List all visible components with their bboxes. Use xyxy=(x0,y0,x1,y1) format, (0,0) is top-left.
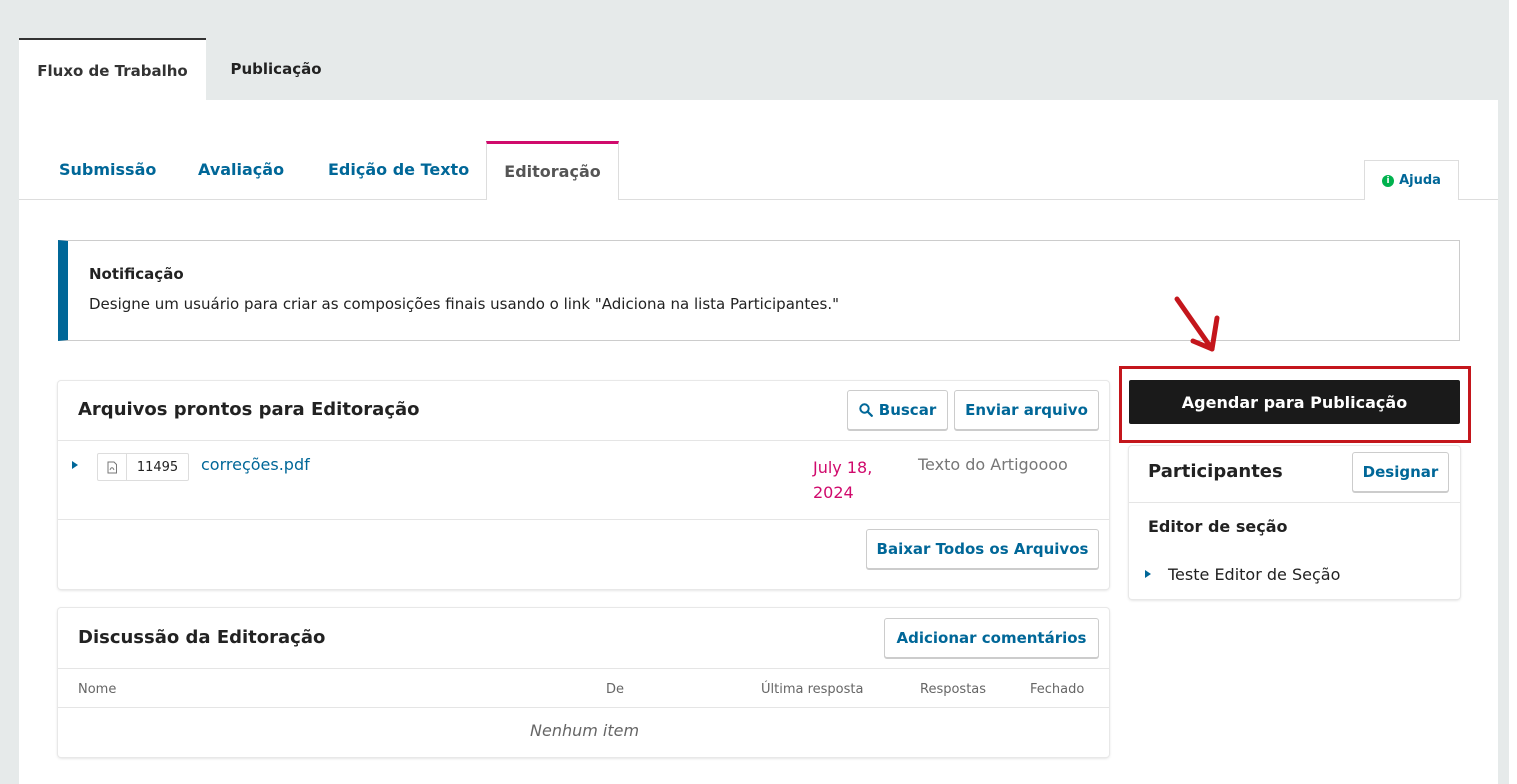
divider xyxy=(58,519,1109,520)
search-label: Buscar xyxy=(878,401,937,419)
upload-file-button[interactable]: Enviar arquivo xyxy=(954,390,1099,430)
column-closed: Fechado xyxy=(1030,682,1085,697)
annotation-highlight-box xyxy=(1119,366,1471,443)
participant-group-title: Editor de seção xyxy=(1148,517,1288,536)
add-discussion-button[interactable]: Adicionar comentários xyxy=(884,618,1099,658)
help-button[interactable]: i Ajuda xyxy=(1364,160,1459,200)
tab-workflow[interactable]: Fluxo de Trabalho xyxy=(19,38,206,102)
participants-title: Participantes xyxy=(1148,461,1283,482)
notification-box: Notificação Designe um usuário para cria… xyxy=(58,240,1460,341)
file-genre: Texto do Artigoooo xyxy=(918,455,1068,474)
tab-production[interactable]: Editoração xyxy=(486,141,619,200)
info-icon: i xyxy=(1382,174,1395,187)
divider xyxy=(58,707,1109,708)
column-name: Nome xyxy=(78,682,117,697)
empty-message: Nenhum item xyxy=(530,721,640,740)
tab-submission[interactable]: Submissão xyxy=(59,150,156,190)
file-id-badge: 11495 xyxy=(97,453,189,481)
right-margin xyxy=(1498,0,1509,784)
assign-participant-button[interactable]: Designar xyxy=(1352,452,1449,492)
pdf-file-icon xyxy=(98,454,127,480)
file-name-link[interactable]: correções.pdf xyxy=(201,455,310,474)
column-last-reply: Última resposta xyxy=(761,682,864,697)
stage-tabs-divider xyxy=(19,199,1498,200)
files-panel-title: Arquivos prontos para Editoração xyxy=(78,399,420,420)
expand-row-icon[interactable] xyxy=(72,461,78,469)
tab-publication[interactable]: Publicação xyxy=(206,38,346,100)
left-margin xyxy=(0,0,19,784)
file-id: 11495 xyxy=(136,459,179,475)
tab-review[interactable]: Avaliação xyxy=(198,150,284,190)
divider xyxy=(58,668,1109,669)
annotation-arrow-icon xyxy=(1174,296,1220,352)
column-replies: Respostas xyxy=(920,682,987,697)
expand-participant-icon[interactable] xyxy=(1145,570,1151,578)
divider xyxy=(1129,502,1460,503)
notification-title: Notificação xyxy=(89,265,184,283)
column-from: De xyxy=(606,682,625,697)
notification-text: Designe um usuário para criar as composi… xyxy=(89,295,839,313)
search-icon xyxy=(859,403,873,417)
divider xyxy=(58,440,1109,441)
download-all-button[interactable]: Baixar Todos os Arquivos xyxy=(866,529,1099,569)
search-button[interactable]: Buscar xyxy=(847,390,948,430)
tab-copyediting[interactable]: Edição de Texto xyxy=(328,150,469,190)
file-date: July 18, 2024 xyxy=(813,458,873,502)
discussion-panel-title: Discussão da Editoração xyxy=(78,627,326,648)
help-label: Ajuda xyxy=(1399,173,1441,188)
participant-item[interactable]: Teste Editor de Seção xyxy=(1168,565,1340,584)
